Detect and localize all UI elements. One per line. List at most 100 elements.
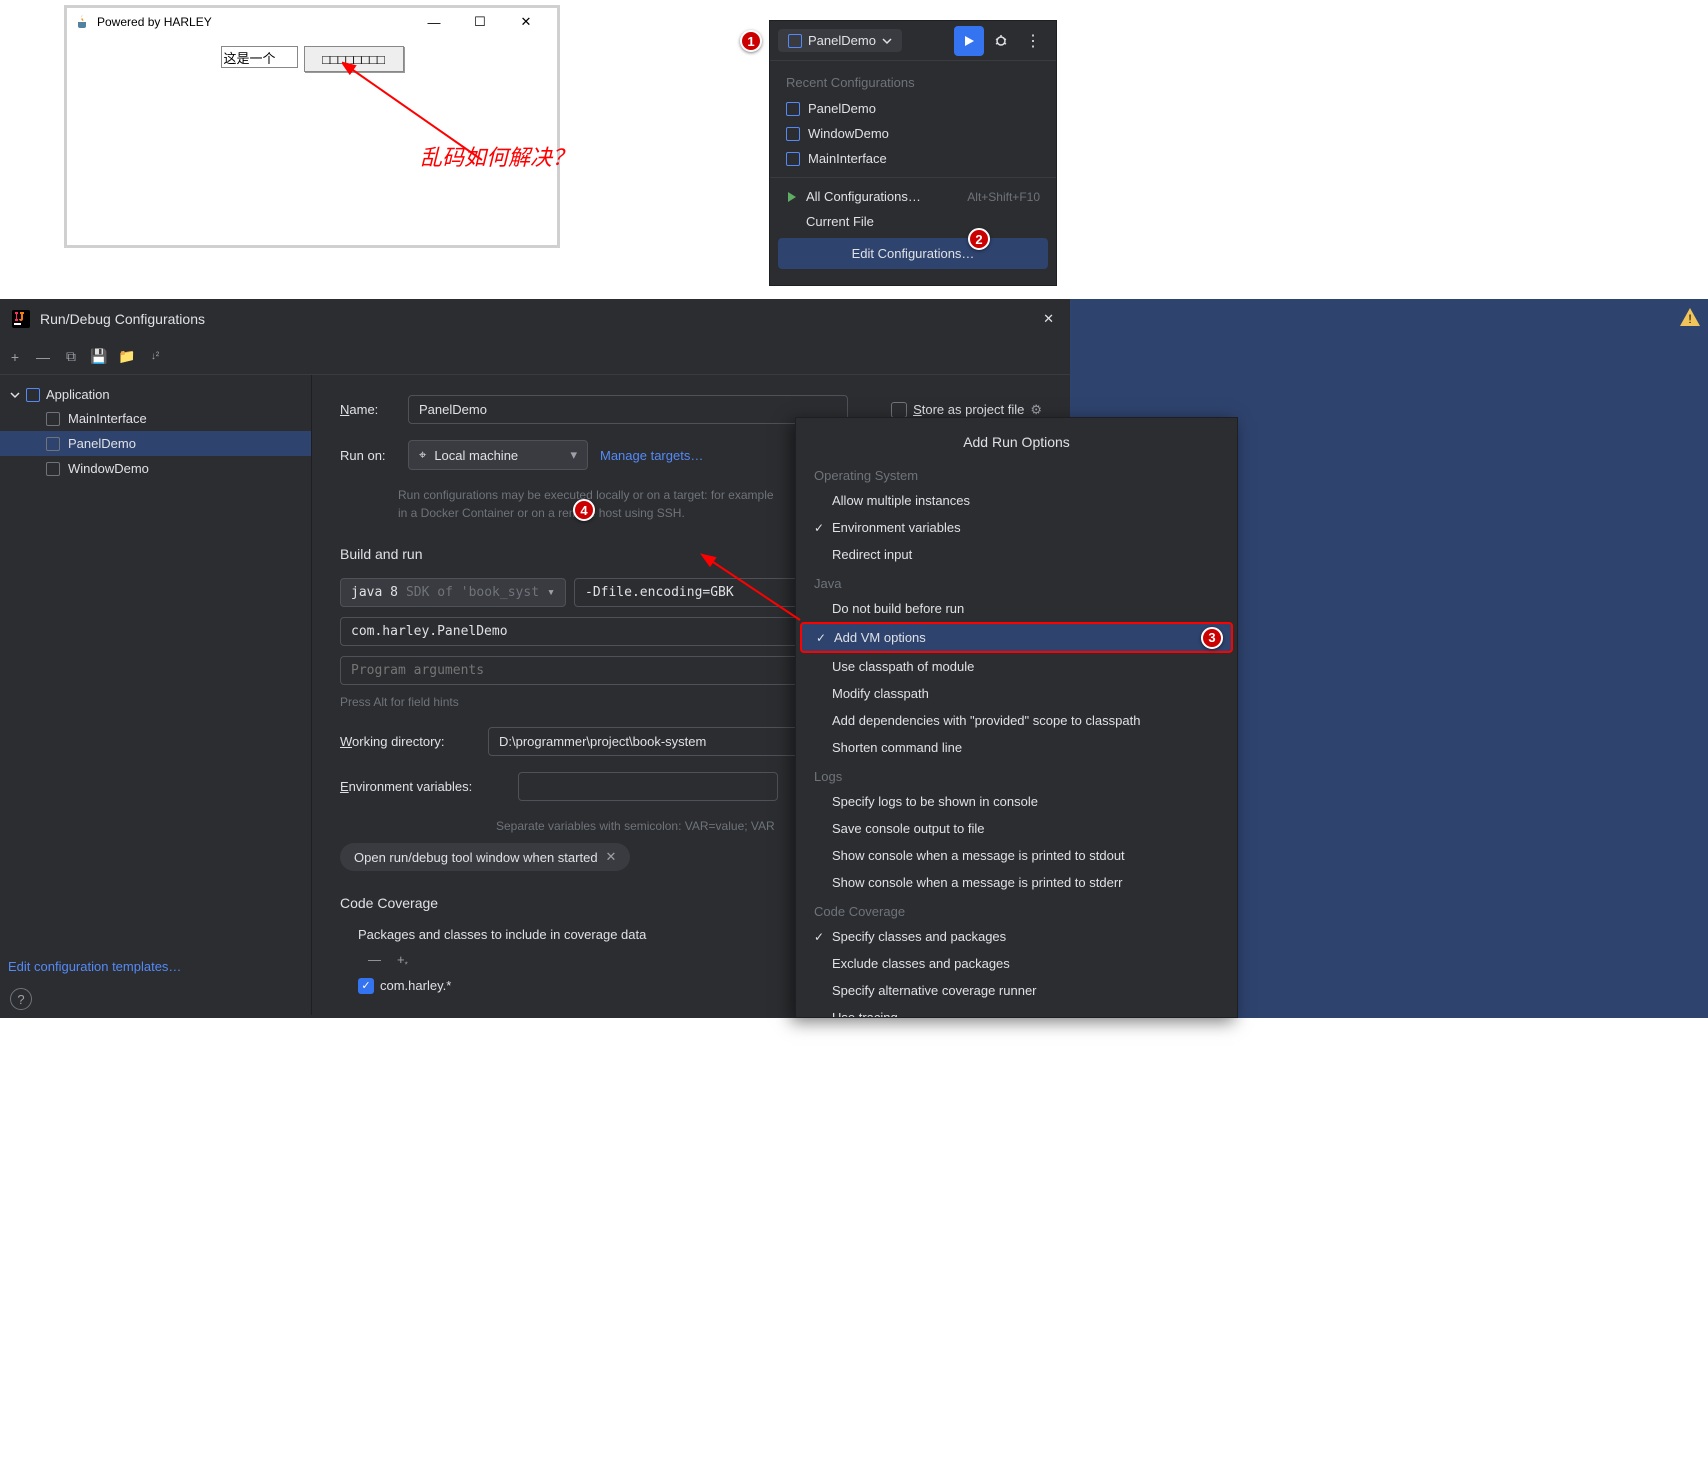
current-file[interactable]: Current File bbox=[770, 209, 1056, 234]
intellij-icon bbox=[12, 310, 30, 328]
tree-item-label: WindowDemo bbox=[68, 461, 149, 476]
option-heading: Operating System bbox=[796, 460, 1237, 487]
application-icon bbox=[46, 462, 60, 476]
option-item[interactable]: Add VM options3 bbox=[800, 622, 1233, 653]
all-configurations[interactable]: All Configurations… Alt+Shift+F10 bbox=[770, 184, 1056, 209]
gear-icon[interactable]: ⚙ bbox=[1030, 402, 1042, 418]
folder-icon[interactable]: 📁 bbox=[118, 348, 136, 365]
sort-icon[interactable]: ↓² bbox=[146, 351, 164, 362]
tree-parent-application[interactable]: Application bbox=[0, 383, 311, 406]
package-checkbox[interactable]: ✓ bbox=[358, 978, 374, 994]
config-item-label: WindowDemo bbox=[808, 126, 889, 141]
more-icon: ⋮ bbox=[1025, 31, 1041, 51]
add-icon[interactable]: + bbox=[6, 349, 24, 365]
jdk-select[interactable]: java 8 SDK of 'book_syst ▾ bbox=[340, 578, 566, 607]
store-checkbox[interactable] bbox=[891, 402, 907, 418]
option-item[interactable]: Environment variables bbox=[796, 514, 1237, 541]
minimize-button[interactable]: — bbox=[411, 8, 457, 36]
play-icon bbox=[786, 191, 798, 203]
runon-select[interactable]: ⌖ Local machine ▾ bbox=[408, 440, 588, 470]
save-icon[interactable]: 💾 bbox=[90, 348, 108, 365]
option-heading: Code Coverage bbox=[796, 896, 1237, 923]
name-label: Name: bbox=[340, 402, 396, 417]
recent-config-item[interactable]: WindowDemo bbox=[770, 121, 1056, 146]
window-title: Powered by HARLEY bbox=[97, 15, 411, 29]
manage-targets-link[interactable]: Manage targets… bbox=[600, 448, 703, 463]
close-button[interactable]: ✕ bbox=[503, 8, 549, 36]
close-button[interactable]: ✕ bbox=[1039, 307, 1058, 331]
runon-label: Run on: bbox=[340, 448, 396, 463]
store-label: Store as project file bbox=[913, 402, 1024, 417]
sidebar-footer: Edit configuration templates… bbox=[8, 959, 181, 974]
dropdown-header: PanelDemo ⋮ bbox=[770, 21, 1056, 61]
all-configs-label: All Configurations… bbox=[806, 189, 921, 204]
option-item[interactable]: Modify classpath bbox=[796, 680, 1237, 707]
tree-item[interactable]: MainInterface bbox=[0, 406, 311, 431]
option-item[interactable]: Use tracing bbox=[796, 1004, 1237, 1018]
chevron-down-icon bbox=[882, 36, 892, 46]
tree-item[interactable]: WindowDemo bbox=[0, 456, 311, 481]
warning-icon: ! bbox=[1678, 305, 1702, 329]
bug-icon bbox=[993, 33, 1009, 49]
selected-config-name: PanelDemo bbox=[808, 33, 876, 48]
option-item[interactable]: Exclude classes and packages bbox=[796, 950, 1237, 977]
maximize-button[interactable]: ☐ bbox=[457, 8, 503, 36]
run-button[interactable] bbox=[954, 26, 984, 56]
tree-item-label: PanelDemo bbox=[68, 436, 136, 451]
shortcut-label: Alt+Shift+F10 bbox=[967, 190, 1040, 204]
badge-4: 4 bbox=[573, 499, 595, 521]
option-item[interactable]: Save console output to file bbox=[796, 815, 1237, 842]
option-item[interactable]: Redirect input bbox=[796, 541, 1237, 568]
option-item[interactable]: Do not build before run bbox=[796, 595, 1237, 622]
dialog-titlebar: Run/Debug Configurations ✕ bbox=[0, 299, 1070, 339]
application-icon bbox=[46, 437, 60, 451]
edit-templates-link[interactable]: Edit configuration templates… bbox=[8, 959, 181, 974]
remove-package-icon[interactable]: — bbox=[368, 952, 381, 970]
edit-configurations[interactable]: Edit Configurations… bbox=[778, 238, 1048, 269]
option-item[interactable]: Show console when a message is printed t… bbox=[796, 842, 1237, 869]
help-button[interactable]: ? bbox=[10, 988, 32, 1010]
option-item[interactable]: Add dependencies with "provided" scope t… bbox=[796, 707, 1237, 734]
divider bbox=[770, 177, 1056, 178]
window-titlebar: Powered by HARLEY — ☐ ✕ bbox=[67, 8, 557, 36]
env-input[interactable] bbox=[518, 772, 778, 801]
more-button[interactable]: ⋮ bbox=[1018, 26, 1048, 56]
copy-icon[interactable]: ⧉ bbox=[62, 348, 80, 365]
config-item-label: PanelDemo bbox=[808, 101, 876, 116]
tag-label: Open run/debug tool window when started bbox=[354, 850, 598, 865]
badge-2: 2 bbox=[968, 228, 990, 250]
debug-button[interactable] bbox=[986, 26, 1016, 56]
recent-config-item[interactable]: MainInterface bbox=[770, 146, 1056, 171]
chevron-down-icon bbox=[10, 390, 20, 400]
add-run-options-panel: Add Run Options Operating SystemAllow mu… bbox=[795, 417, 1238, 1018]
config-item-label: MainInterface bbox=[808, 151, 887, 166]
remove-tag-icon[interactable]: ✕ bbox=[606, 849, 617, 865]
option-item[interactable]: Specify logs to be shown in console bbox=[796, 788, 1237, 815]
edit-configs-label: Edit Configurations… bbox=[852, 246, 975, 261]
application-icon bbox=[46, 412, 60, 426]
option-item[interactable]: Use classpath of module bbox=[796, 653, 1237, 680]
jdk-prefix: java 8 bbox=[351, 585, 398, 600]
play-icon bbox=[962, 34, 976, 48]
run-config-dropdown: PanelDemo ⋮ Recent Configurations PanelD… bbox=[769, 20, 1057, 286]
dialog-title: Run/Debug Configurations bbox=[40, 311, 1039, 327]
garbled-button[interactable]: □□□□□□□□ bbox=[304, 46, 404, 72]
text-input[interactable] bbox=[221, 46, 298, 68]
remove-icon[interactable]: — bbox=[34, 349, 52, 365]
name-input[interactable] bbox=[408, 395, 848, 424]
add-package-icon[interactable]: +* bbox=[397, 952, 408, 970]
svg-text:!: ! bbox=[1688, 312, 1691, 326]
option-item[interactable]: Specify alternative coverage runner bbox=[796, 977, 1237, 1004]
option-item[interactable]: Shorten command line bbox=[796, 734, 1237, 761]
option-item[interactable]: Allow multiple instances bbox=[796, 487, 1237, 514]
option-item[interactable]: Specify classes and packages bbox=[796, 923, 1237, 950]
option-item[interactable]: Show console when a message is printed t… bbox=[796, 869, 1237, 896]
badge-3: 3 bbox=[1201, 627, 1223, 649]
recent-config-item[interactable]: PanelDemo bbox=[770, 96, 1056, 121]
jdk-hint: SDK of 'book_syst bbox=[406, 585, 539, 600]
recent-heading: Recent Configurations bbox=[770, 69, 1056, 96]
workingdir-label: Working directory: bbox=[340, 734, 476, 749]
tree-item[interactable]: PanelDemo bbox=[0, 431, 311, 456]
config-selector[interactable]: PanelDemo bbox=[778, 29, 902, 52]
java-cup-icon bbox=[75, 14, 91, 30]
